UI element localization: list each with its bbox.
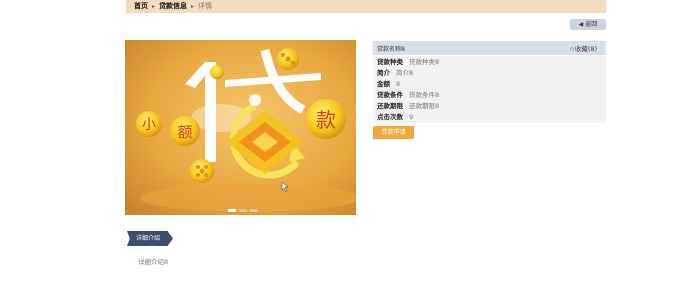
info-value: 贷款条件8 bbox=[409, 91, 440, 99]
coin-left-char-2: 额 bbox=[177, 123, 192, 141]
info-value: 贷款种类8 bbox=[409, 58, 440, 66]
info-row-intro: 简介 简介8 bbox=[377, 69, 413, 78]
info-value: 简介8 bbox=[396, 69, 414, 77]
breadcrumb-separator-icon: ▸ bbox=[191, 3, 195, 10]
breadcrumb-loan-info[interactable]: 贷款信息 bbox=[159, 2, 187, 10]
carousel-dot[interactable] bbox=[239, 209, 247, 212]
info-label: 点击次数 bbox=[377, 113, 403, 121]
info-row-type: 贷款种类 贷款种类8 bbox=[377, 58, 439, 67]
info-value: 9 bbox=[409, 113, 414, 121]
info-value: 8 bbox=[396, 80, 401, 88]
tab-detail-intro[interactable]: 详细介绍 bbox=[127, 231, 173, 246]
info-label: 金额 bbox=[377, 80, 390, 88]
loan-name: 贷款名称8 bbox=[377, 46, 405, 53]
info-row-clicks: 点击次数 9 bbox=[377, 113, 413, 122]
banner-image[interactable]: 小 额 款 bbox=[125, 40, 356, 215]
info-value: 还款期限8 bbox=[409, 102, 440, 110]
coin-right-char: 款 bbox=[316, 108, 336, 132]
back-button-label: 返回 bbox=[585, 21, 598, 28]
coin-left-char-1: 小 bbox=[142, 117, 156, 133]
back-button[interactable]: ◀ 返回 bbox=[570, 19, 606, 30]
apply-loan-button[interactable]: 贷款申请 bbox=[373, 126, 414, 139]
info-row-conditions: 贷款条件 贷款条件8 bbox=[377, 91, 439, 100]
favorite-label: 收藏(8) bbox=[574, 45, 598, 53]
info-row-amount: 金额 8 bbox=[377, 80, 400, 89]
info-label: 还款期限 bbox=[377, 102, 403, 110]
info-row-term: 还款期限 还款期限8 bbox=[377, 102, 439, 111]
info-label: 简介 bbox=[377, 69, 390, 77]
carousel-dot[interactable] bbox=[228, 209, 236, 212]
favorite-button[interactable]: ☆收藏(8) bbox=[569, 43, 597, 53]
detail-content: 详细介绍8 bbox=[138, 258, 169, 266]
breadcrumb-home[interactable]: 首页 bbox=[134, 2, 148, 10]
carousel-indicators bbox=[228, 209, 258, 213]
breadcrumb-separator-icon: ▸ bbox=[152, 3, 156, 10]
breadcrumb: 首页 ▸ 贷款信息 ▸ 详情 bbox=[134, 1, 212, 12]
carousel-dot[interactable] bbox=[250, 209, 258, 212]
info-label: 贷款种类 bbox=[377, 58, 403, 66]
info-label: 贷款条件 bbox=[377, 91, 403, 99]
back-arrow-icon: ◀ bbox=[578, 21, 584, 28]
breadcrumb-current: 详情 bbox=[198, 2, 213, 10]
